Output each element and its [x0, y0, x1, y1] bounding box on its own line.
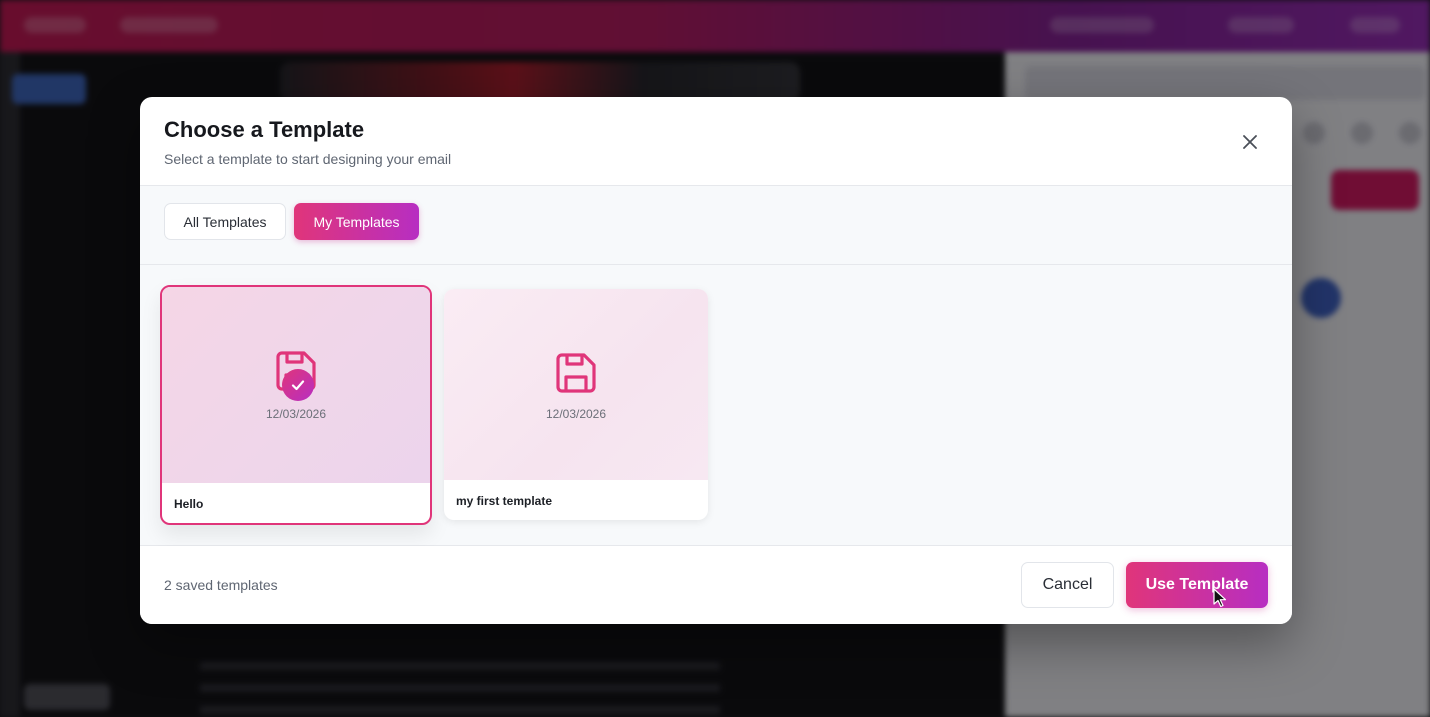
modal-title: Choose a Template	[164, 117, 365, 142]
close-button[interactable]	[1238, 130, 1262, 154]
use-template-button[interactable]: Use Template	[1126, 562, 1268, 608]
template-grid: 12/03/2026 Hello 12/03/2026 my first tem…	[140, 265, 1292, 546]
tab-all-templates[interactable]: All Templates	[164, 203, 286, 240]
modal-header: Choose a Template Select a template to s…	[140, 97, 1292, 186]
template-tabs: All Templates My Templates	[140, 186, 1292, 265]
tab-my-templates[interactable]: My Templates	[294, 203, 419, 240]
mouse-cursor-icon	[1213, 588, 1227, 608]
modal-footer: 2 saved templates Cancel Use Template	[140, 546, 1292, 624]
template-thumbnail: 12/03/2026	[162, 287, 430, 483]
close-icon	[1243, 135, 1257, 149]
selected-check-icon	[282, 369, 314, 401]
template-card-hello[interactable]: 12/03/2026 Hello	[160, 285, 432, 525]
modal-subtitle: Select a template to start designing you…	[164, 151, 452, 167]
template-date: 12/03/2026	[265, 407, 327, 421]
template-thumbnail: 12/03/2026	[444, 289, 708, 480]
choose-template-modal: Choose a Template Select a template to s…	[140, 97, 1292, 624]
template-card-my-first-template[interactable]: 12/03/2026 my first template	[444, 289, 708, 520]
template-name: Hello	[174, 497, 204, 511]
template-name: my first template	[456, 494, 553, 508]
template-date: 12/03/2026	[545, 407, 607, 421]
saved-templates-count: 2 saved templates	[164, 577, 278, 593]
save-icon	[556, 353, 596, 393]
cancel-button[interactable]: Cancel	[1021, 562, 1114, 608]
